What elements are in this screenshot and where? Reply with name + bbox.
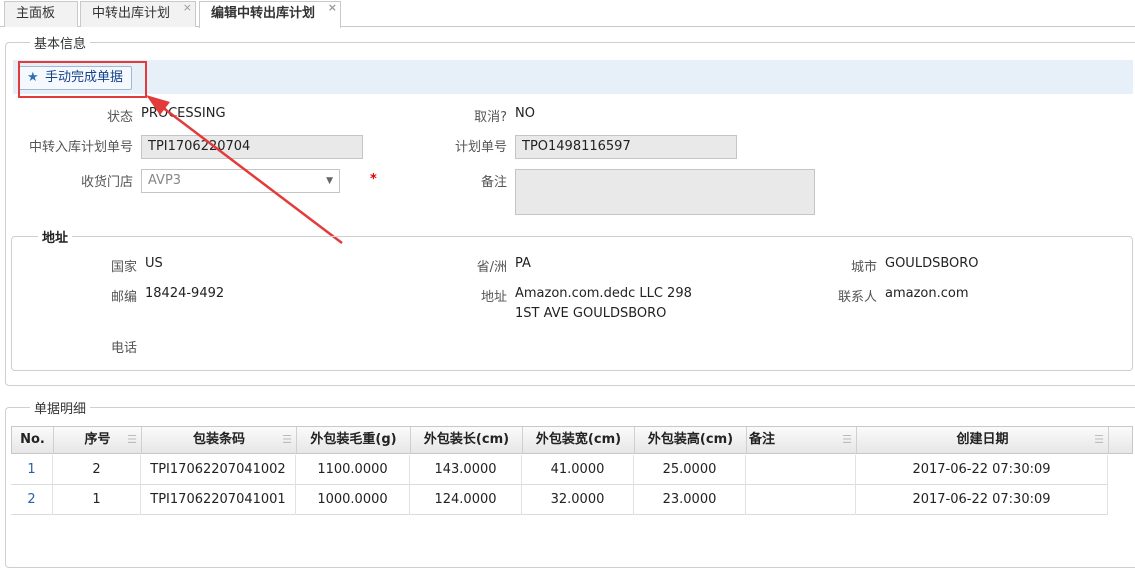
address-line2: 1ST AVE GOULDSBORO xyxy=(515,306,667,321)
column-header-created[interactable]: 创建日期 ☰ xyxy=(857,427,1109,453)
cell-created-date: 2017-06-22 07:30:09 xyxy=(856,455,1108,485)
remark-label: 备注 xyxy=(480,175,507,190)
arrow-shaft xyxy=(157,103,343,244)
column-menu-icon[interactable]: ☰ xyxy=(127,427,137,453)
column-menu-icon[interactable]: ☰ xyxy=(842,427,852,453)
state-label: 省/洲 xyxy=(476,260,507,275)
phone-label: 电话 xyxy=(110,341,137,356)
zip-label: 邮编 xyxy=(110,290,137,305)
cell-width: 41.0000 xyxy=(522,455,634,485)
cell-remark xyxy=(746,455,856,485)
column-header-seq[interactable]: 序号 ☰ xyxy=(54,427,142,453)
state-value: PA xyxy=(515,256,531,271)
section-legend: 单据明细 xyxy=(34,402,87,417)
cell-remark xyxy=(746,485,856,515)
table-row[interactable]: 1 2 TPI17062207041002 1100.0000 143.0000 41.0… xyxy=(11,455,1108,485)
address-label: 地址 xyxy=(480,290,507,305)
column-header-height[interactable]: 外包装高(cm) xyxy=(635,427,747,453)
zip-value: 18424-9492 xyxy=(145,286,225,301)
column-menu-icon[interactable]: ☰ xyxy=(282,427,292,453)
cell-height: 23.0000 xyxy=(634,485,746,515)
plan-no-label: 计划单号 xyxy=(454,140,507,155)
cell-length: 143.0000 xyxy=(410,455,522,485)
address-line1: Amazon.com.dedc LLC 298 xyxy=(515,286,692,301)
cell-width: 32.0000 xyxy=(522,485,634,515)
cell-barcode: TPI17062207041002 xyxy=(141,455,296,485)
cell-height: 25.0000 xyxy=(634,455,746,485)
contact-label: 联系人 xyxy=(837,290,877,305)
column-header-weight[interactable]: 外包装毛重(g) xyxy=(297,427,411,453)
section-legend: 地址 xyxy=(42,231,69,246)
country-value: US xyxy=(145,256,163,271)
cell-created-date: 2017-06-22 07:30:09 xyxy=(856,485,1108,515)
cell-seq: 2 xyxy=(53,455,141,485)
grid-header: No. 序号 ☰ 包装条码 ☰ 外包装毛重(g) 外包装长(cm) 外包装宽(cm)… xyxy=(11,426,1133,454)
cell-row-number: 2 xyxy=(11,485,53,515)
cancelled-value: NO xyxy=(515,106,535,121)
table-row[interactable]: 2 1 TPI17062207041001 1000.0000 124.0000 32.0… xyxy=(11,485,1108,515)
column-header-width[interactable]: 外包装宽(cm) xyxy=(523,427,635,453)
column-header-barcode[interactable]: 包装条码 ☰ xyxy=(142,427,297,453)
city-label: 城市 xyxy=(850,260,877,275)
cell-row-number: 1 xyxy=(11,455,53,485)
column-header-length[interactable]: 外包装长(cm) xyxy=(411,427,523,453)
cell-length: 124.0000 xyxy=(410,485,522,515)
plan-no-field[interactable]: TPO1498116597 xyxy=(515,135,737,159)
column-menu-icon[interactable]: ☰ xyxy=(1094,427,1104,453)
cancelled-label: 取消? xyxy=(474,110,507,125)
cell-barcode: TPI17062207041001 xyxy=(141,485,296,515)
arrow-head xyxy=(146,95,170,115)
column-header-remark[interactable]: 备注 ☰ xyxy=(747,427,857,453)
country-label: 国家 xyxy=(110,260,137,275)
city-value: GOULDSBORO xyxy=(885,256,979,271)
cell-gross-weight: 1100.0000 xyxy=(296,455,410,485)
cell-gross-weight: 1000.0000 xyxy=(296,485,410,515)
contact-value: amazon.com xyxy=(885,286,969,301)
annotation-arrow xyxy=(146,95,343,244)
cell-seq: 1 xyxy=(53,485,141,515)
column-header-no[interactable]: No. xyxy=(12,427,54,453)
remark-textarea[interactable] xyxy=(515,169,815,215)
